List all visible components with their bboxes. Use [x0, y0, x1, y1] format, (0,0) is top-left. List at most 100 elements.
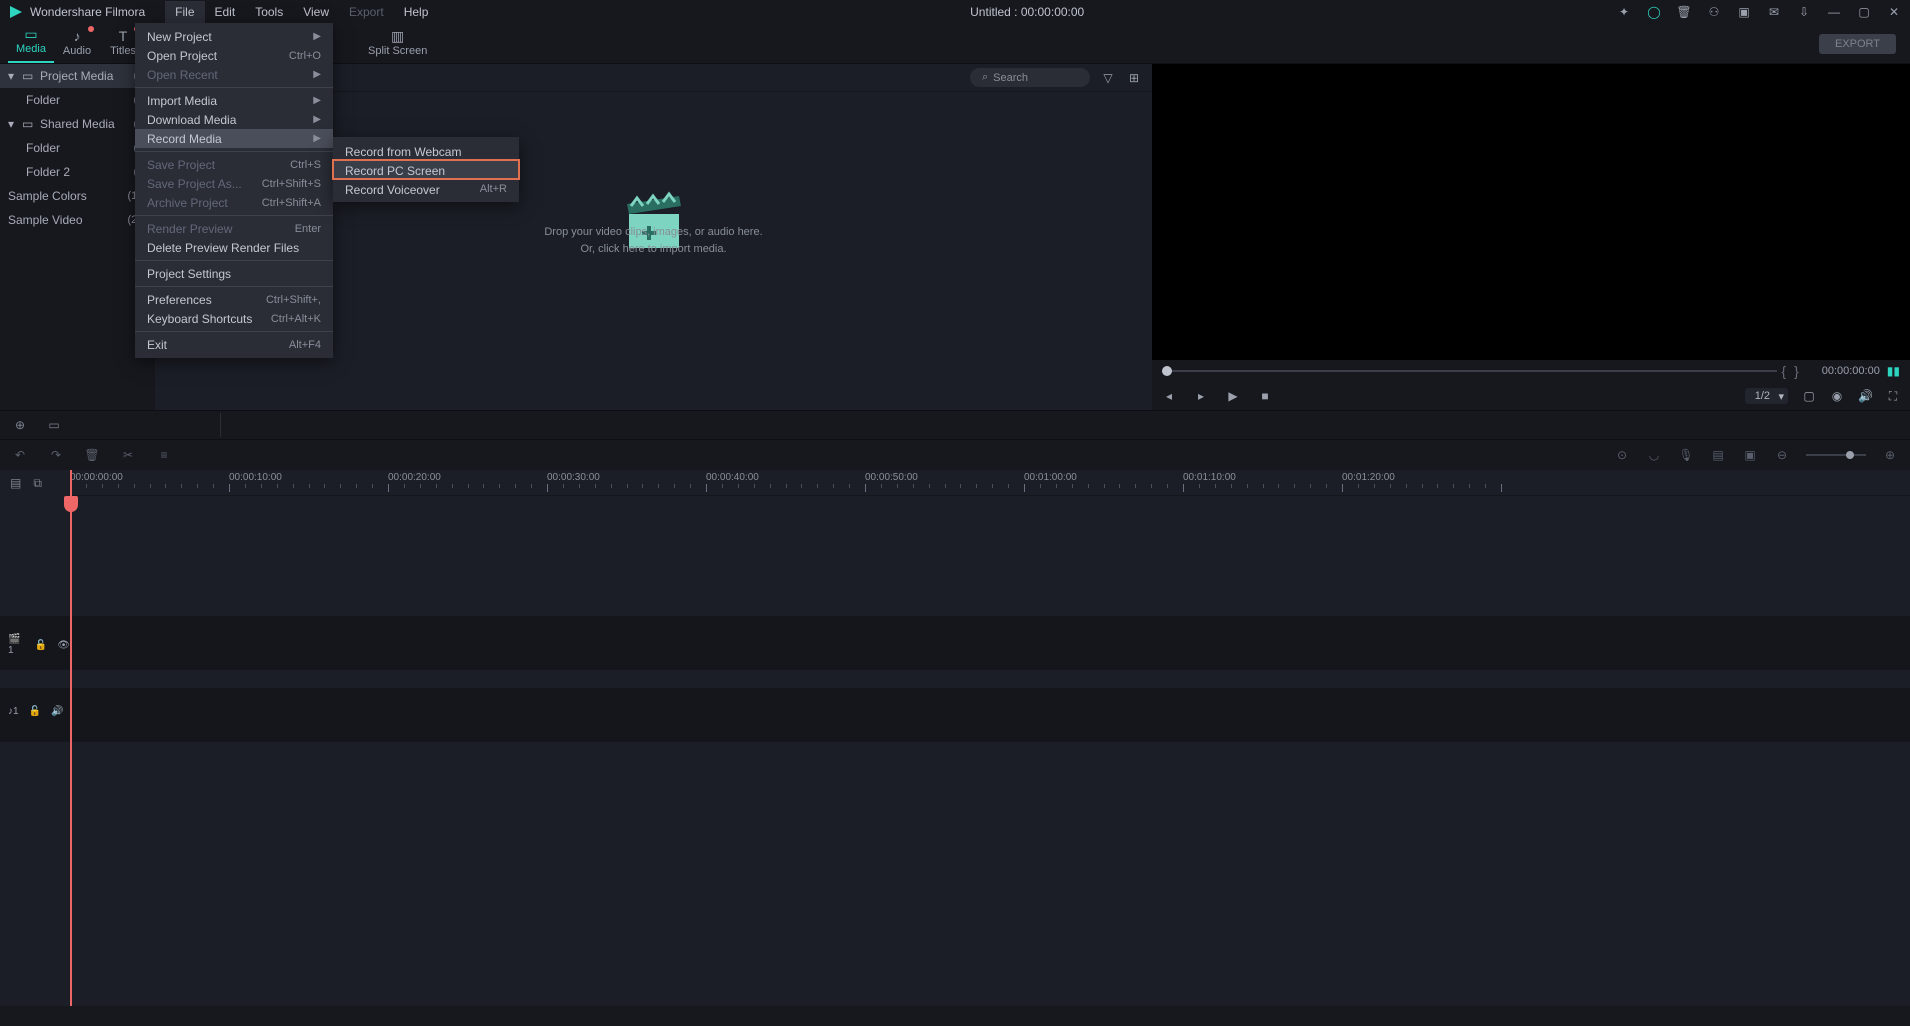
sidebar-shared-folder2[interactable]: Folder 2 (0)	[0, 160, 155, 184]
menu-item-delete-preview-render-files[interactable]: Delete Preview Render Files	[135, 238, 333, 257]
submenu-item-record-from-webcam[interactable]: Record from Webcam	[333, 141, 519, 160]
menu-item-render-preview[interactable]: Render PreviewEnter	[135, 219, 333, 238]
undo-icon[interactable]: ↶	[12, 448, 28, 462]
menu-item-new-project[interactable]: New Project▶	[135, 27, 333, 46]
folder-add-icon[interactable]: ▭	[46, 418, 62, 432]
preview-scrubber[interactable]: { } 00:00:00:00 ▮▮	[1152, 360, 1910, 382]
music-icon: ♪	[74, 28, 81, 44]
menu-item-open-project[interactable]: Open ProjectCtrl+O	[135, 46, 333, 65]
menu-item-save-project[interactable]: Save ProjectCtrl+S	[135, 155, 333, 174]
menu-export[interactable]: Export	[339, 1, 394, 23]
menu-item-preferences[interactable]: PreferencesCtrl+Shift+,	[135, 290, 333, 309]
sidebar-sample-video[interactable]: Sample Video (20)	[0, 208, 155, 232]
timeline-label: 00:01:20:00	[1342, 472, 1395, 483]
compass-icon[interactable]: ✦	[1616, 4, 1632, 20]
render-icon[interactable]: ⊙	[1614, 448, 1630, 462]
mixer-icon[interactable]: ▤	[1710, 448, 1726, 462]
video-track-1[interactable]: 🎬1 🔓 👁	[0, 616, 1910, 670]
menu-item-project-settings[interactable]: Project Settings	[135, 264, 333, 283]
playhead-handle[interactable]	[64, 496, 78, 512]
filter-icon[interactable]: ▽	[1100, 70, 1116, 86]
menu-item-archive-project[interactable]: Archive ProjectCtrl+Shift+A	[135, 193, 333, 212]
playhead[interactable]	[70, 470, 72, 1006]
trash-icon[interactable]: 🗑	[1676, 4, 1692, 20]
display-icon[interactable]: ▢	[1802, 389, 1816, 403]
delete-icon[interactable]: 🗑	[84, 448, 100, 462]
tab-audio[interactable]: ♪ Audio	[54, 24, 100, 63]
marker-icon[interactable]: ◡	[1646, 448, 1662, 462]
fullscreen-icon[interactable]: ⛶	[1886, 389, 1900, 404]
grid-view-icon[interactable]: ⊞	[1126, 70, 1142, 86]
snapshot-icon[interactable]: ◉	[1830, 389, 1844, 403]
export-button[interactable]: EXPORT	[1819, 34, 1896, 54]
play-button[interactable]: ▶	[1226, 389, 1240, 403]
menu-item-record-media[interactable]: Record Media▶	[135, 129, 333, 148]
minimize-icon[interactable]: —	[1826, 4, 1842, 20]
empty-track-area[interactable]	[0, 496, 1910, 616]
timeline-label: 00:00:50:00	[865, 472, 918, 483]
sidebar-project-folder[interactable]: Folder (0)	[0, 88, 155, 112]
menu-item-exit[interactable]: ExitAlt+F4	[135, 335, 333, 354]
download-icon[interactable]: ⇩	[1796, 4, 1812, 20]
track-manager-icon[interactable]: ▤	[10, 476, 21, 490]
voiceover-icon[interactable]: 🎙	[1678, 448, 1694, 462]
user-icon[interactable]: ⚇	[1706, 4, 1722, 20]
crop-icon[interactable]: ▣	[1742, 448, 1758, 462]
menu-edit[interactable]: Edit	[205, 1, 246, 23]
save-icon[interactable]: ▣	[1736, 4, 1752, 20]
mute-icon[interactable]: 🔊	[51, 706, 63, 717]
add-media-icon[interactable]: ⊕	[12, 418, 28, 432]
zoom-slider[interactable]	[1806, 454, 1866, 456]
tab-media[interactable]: ▭ Media	[8, 22, 54, 63]
menu-file[interactable]: File	[165, 1, 204, 23]
sidebar-shared-folder[interactable]: Folder (0)	[0, 136, 155, 160]
search-input[interactable]: ⌕ Search	[970, 68, 1090, 87]
menu-item-save-project-as-[interactable]: Save Project As...Ctrl+Shift+S	[135, 174, 333, 193]
maximize-icon[interactable]: ▢	[1856, 4, 1872, 20]
cut-icon[interactable]: ✂	[120, 448, 136, 462]
lock-icon[interactable]: 🔓	[35, 640, 47, 651]
message-icon[interactable]: ✉	[1766, 4, 1782, 20]
next-frame-button[interactable]: ▸	[1194, 389, 1208, 403]
tab-split-screen[interactable]: ▥ Split Screen	[356, 24, 439, 63]
sidebar-sample-colors[interactable]: Sample Colors (15)	[0, 184, 155, 208]
prev-frame-button[interactable]: ◂	[1162, 389, 1176, 403]
submenu-item-record-pc-screen[interactable]: Record PC Screen	[333, 160, 519, 179]
lock-icon[interactable]: 🔓	[29, 706, 41, 717]
visibility-icon[interactable]: 👁	[57, 640, 70, 651]
scrubber-handle[interactable]	[1162, 366, 1172, 376]
menu-tools[interactable]: Tools	[245, 1, 293, 23]
preview-video[interactable]	[1152, 64, 1910, 360]
sidebar-label: Folder	[26, 93, 60, 107]
menu-item-open-recent[interactable]: Open Recent▶	[135, 65, 333, 84]
sidebar-label: Shared Media	[40, 117, 115, 131]
preview-quality-select[interactable]: 1/2 ▾	[1745, 388, 1788, 404]
redo-icon[interactable]: ↷	[48, 448, 64, 462]
timeline[interactable]: ▤ ⧉ 00:00:00:0000:00:10:0000:00:20:0000:…	[0, 470, 1910, 1006]
close-icon[interactable]: ✕	[1886, 4, 1902, 20]
stop-button[interactable]: ■	[1258, 389, 1272, 403]
menu-item-keyboard-shortcuts[interactable]: Keyboard ShortcutsCtrl+Alt+K	[135, 309, 333, 328]
tab-audio-label: Audio	[63, 45, 91, 57]
menu-item-download-media[interactable]: Download Media▶	[135, 110, 333, 129]
mark-in-icon[interactable]: {	[1781, 363, 1786, 379]
adjust-icon[interactable]: ≡	[156, 448, 172, 462]
zoom-in-icon[interactable]: ⊕	[1882, 448, 1898, 462]
audio-track-1[interactable]: ♪1 🔓 🔊	[0, 688, 1910, 742]
volume-icon[interactable]: 🔊	[1858, 389, 1872, 403]
edit-toolbar: ↶ ↷ 🗑 ✂ ≡ ⊙ ◡ 🎙 ▤ ▣ ⊖ ⊕	[0, 440, 1910, 470]
link-icon[interactable]: ⧉	[33, 476, 42, 491]
document-title: Untitled : 00:00:00:00	[438, 5, 1616, 19]
mark-out-icon[interactable]: }	[1794, 363, 1799, 379]
menu-help[interactable]: Help	[394, 1, 439, 23]
sidebar-shared-media[interactable]: ▾▭Shared Media (0)	[0, 112, 155, 136]
zoom-handle[interactable]	[1846, 451, 1854, 459]
submenu-item-record-voiceover[interactable]: Record VoiceoverAlt+R	[333, 179, 519, 198]
menu-view[interactable]: View	[293, 1, 339, 23]
scrubber-track[interactable]	[1162, 370, 1777, 372]
sidebar-project-media[interactable]: ▾▭Project Media (0)	[0, 64, 155, 88]
headphones-icon[interactable]: ◯	[1646, 4, 1662, 20]
zoom-out-icon[interactable]: ⊖	[1774, 448, 1790, 462]
menu-item-import-media[interactable]: Import Media▶	[135, 91, 333, 110]
timeline-ruler[interactable]: ▤ ⧉ 00:00:00:0000:00:10:0000:00:20:0000:…	[70, 470, 1910, 496]
